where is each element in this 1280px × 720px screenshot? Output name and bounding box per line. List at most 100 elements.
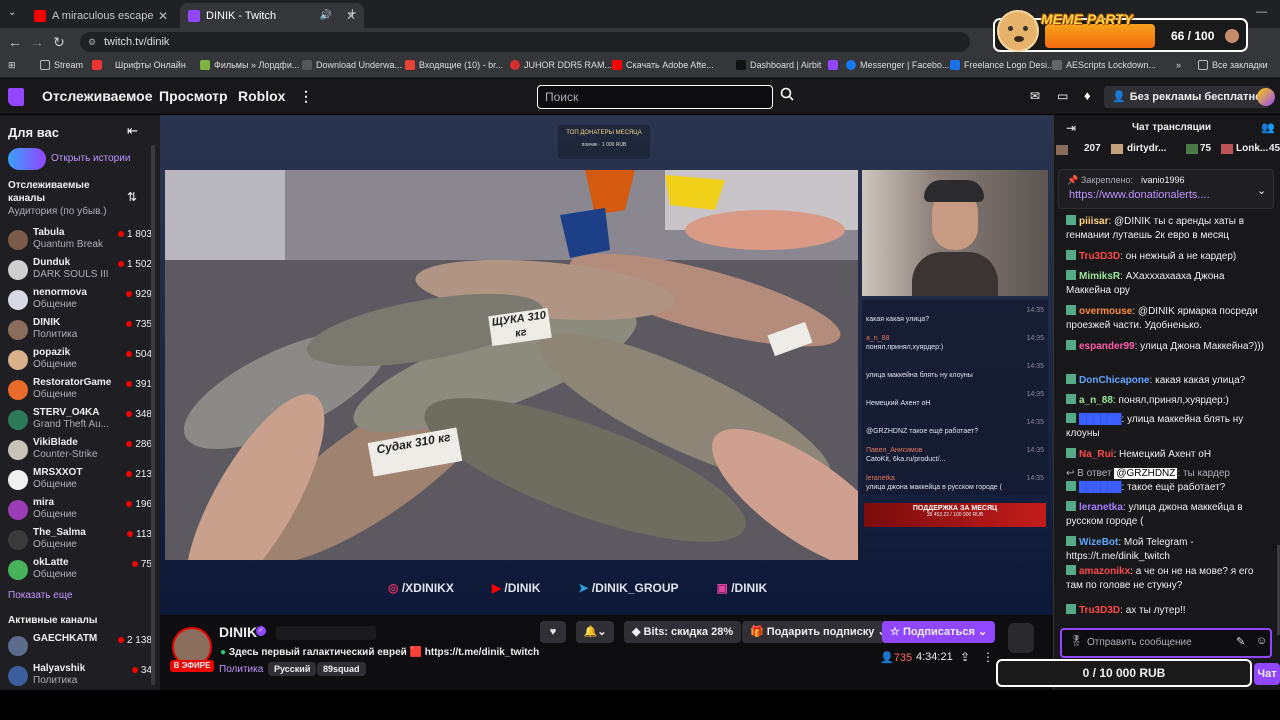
back-icon[interactable]: ← xyxy=(4,34,26,50)
sidebar-channel-halyavshik[interactable]: Halyavshik Политика 34 xyxy=(8,663,156,690)
sidebar-channel-tabula[interactable]: Tabula Quantum Break 1 803 xyxy=(8,227,156,257)
bookmark-item[interactable]: Все закладки xyxy=(1198,60,1268,70)
follow-button-disabled[interactable] xyxy=(276,626,376,640)
bookmark-item[interactable]: AEScripts Lockdown... xyxy=(1052,60,1156,70)
chat-message[interactable]: WizeBot: Мой Telegram - https://t.me/din… xyxy=(1066,536,1271,564)
chat-message[interactable]: ↩ В ответ @GRZHDNZ: ты кардер ██████: так… xyxy=(1066,467,1271,495)
sidebar-channel-popazik[interactable]: popazik Общение 504 xyxy=(8,347,156,377)
chat-username[interactable]: a_n_88 xyxy=(1079,395,1113,406)
chat-username[interactable]: Tru3D3D xyxy=(1079,251,1120,262)
chat-input[interactable]: 🎖 Отправить сообщение ✎ ☺ xyxy=(1060,628,1272,658)
chat-username[interactable]: Tru3D3D xyxy=(1079,605,1120,616)
sidebar-channel-vikiblade[interactable]: VikiBlade Counter-Strike 286 xyxy=(8,437,156,467)
sidebar-channel-gaechkatm[interactable]: GAECHKATM 2 138 xyxy=(8,633,156,663)
site-info-icon[interactable]: ⚙ xyxy=(88,32,96,52)
chat-message[interactable]: MimiksR: АХахххахааха Джона Маккейна ору xyxy=(1066,270,1271,298)
nav-following[interactable]: Отслеживаемое xyxy=(42,88,153,104)
inbox-icon[interactable]: ✉ xyxy=(1030,89,1040,103)
chevron-down-icon[interactable]: ⌄ xyxy=(1257,184,1266,197)
sidebar-channel-nenormova[interactable]: nenormova Общение 929 xyxy=(8,287,156,317)
chat-username[interactable]: amazonikx xyxy=(1079,566,1130,577)
emote-icon[interactable]: ☺ xyxy=(1256,635,1267,647)
bookmark-item[interactable]: Messenger | Facebo... xyxy=(846,60,949,70)
sidebar-channel-mrsxxot[interactable]: MRSXXOT Общение 213 xyxy=(8,467,156,497)
close-icon[interactable]: ✕ xyxy=(158,9,168,23)
chat-message[interactable]: a_n_88: понял,принял,хуярдер:) xyxy=(1066,394,1271,408)
chat-message[interactable]: piiisar: @DINIK ты с аренды хаты в генма… xyxy=(1066,215,1271,243)
twitch-logo-icon[interactable] xyxy=(8,88,24,106)
channel-name[interactable]: DINIK xyxy=(219,624,257,640)
chat-message[interactable]: espander99: улица Джона Маккейна?))) xyxy=(1066,340,1271,354)
chat-badge-icon[interactable]: 🎖 xyxy=(1070,636,1083,647)
tag-russian[interactable]: Русский xyxy=(268,662,317,676)
tag-89squad[interactable]: 89squad xyxy=(317,662,366,676)
more-options-icon[interactable]: ⋮ xyxy=(982,650,994,664)
bookmark-item[interactable]: Freelance Logo Desi... xyxy=(950,60,1055,70)
browser-tab-twitch[interactable]: DINIK - Twitch 🔊 ✕ xyxy=(180,3,364,28)
notifications-button[interactable]: 🔔⌄ xyxy=(576,621,614,643)
forward-icon[interactable]: → xyxy=(26,34,48,50)
user-avatar[interactable] xyxy=(1257,88,1275,106)
bookmark-item[interactable] xyxy=(828,60,842,70)
pinned-message[interactable]: 📌 Закреплено: ivanio1996 https://www.don… xyxy=(1058,169,1274,209)
sidebar-channel-oklatte[interactable]: okLatte Общение 75 xyxy=(8,557,156,587)
bookmark-item[interactable]: Скачать Adobe Afte... xyxy=(612,60,714,70)
bookmark-item[interactable]: Шрифты Онлайн xyxy=(115,60,186,70)
pinned-link[interactable]: https://www.donationalerts.... xyxy=(1069,189,1210,201)
window-minimize-icon[interactable]: — xyxy=(1256,6,1267,18)
chat-message[interactable]: DonChicapone: какая какая улица? xyxy=(1066,374,1271,388)
bookmark-item[interactable]: Dashboard | Airbit xyxy=(736,60,821,70)
address-bar[interactable]: ⚙ twitch.tv/dinik xyxy=(80,32,970,52)
bookmark-item[interactable]: JUHOR DDR5 RAM... xyxy=(510,60,612,70)
chat-username[interactable]: overmouse xyxy=(1079,306,1132,317)
sidebar-channel-restoratorgame[interactable]: RestoratorGame Общение 391 xyxy=(8,377,156,407)
chat-message[interactable]: leranetka: улица джона маккейца в русско… xyxy=(1066,501,1271,529)
new-tab-button[interactable]: + xyxy=(348,5,357,22)
extension-icon[interactable] xyxy=(1008,623,1034,653)
chat-username[interactable]: leranetka xyxy=(1079,502,1123,513)
sidebar-channel-dunduk[interactable]: Dunduk DARK SOULS III 1 502 xyxy=(8,257,156,287)
chat-username[interactable]: MimiksR xyxy=(1079,271,1120,282)
chat-message[interactable]: Na_Rui: Немецкий Ахент оН xyxy=(1066,448,1271,462)
chat-username[interactable]: Na_Rui xyxy=(1079,449,1113,460)
speaker-icon[interactable]: 🔊 xyxy=(319,10,331,21)
magic-icon[interactable]: ✎ xyxy=(1236,635,1245,648)
share-icon[interactable]: ⇪ xyxy=(960,650,970,664)
chat-send-button[interactable]: Чат xyxy=(1254,663,1280,685)
bookmark-item[interactable]: Входящие (10) - br... xyxy=(405,60,503,70)
more-icon[interactable]: ⋮ xyxy=(299,88,313,105)
whispers-icon[interactable]: ▭ xyxy=(1057,89,1068,103)
chat-message[interactable]: Tru3D3D: он нежный а не кардер) xyxy=(1066,250,1271,264)
chat-message[interactable]: Tru3D3D: ах ты лутер!! xyxy=(1066,604,1271,618)
bookmarks-overflow-icon[interactable]: » xyxy=(1176,60,1181,70)
nav-browse[interactable]: Просмотр xyxy=(159,88,228,104)
chat-username[interactable]: WizeBot xyxy=(1079,537,1118,548)
sort-icon[interactable]: ⇅ xyxy=(127,190,137,204)
search-input[interactable]: Поиск xyxy=(537,85,773,109)
reload-icon[interactable]: ↻ xyxy=(48,34,70,51)
bookmark-item[interactable] xyxy=(92,60,106,70)
browser-tab-youtube[interactable]: A miraculous escape 🐉 🎰 ... ✕ xyxy=(26,3,176,28)
apps-icon[interactable]: ⊞ xyxy=(8,60,16,71)
chat-username[interactable]: DonChicapone xyxy=(1079,375,1150,386)
nav-roblox[interactable]: Roblox xyxy=(238,88,285,104)
chat-username[interactable]: piiisar xyxy=(1079,216,1108,227)
stories-avatars[interactable] xyxy=(8,148,46,170)
search-icon[interactable] xyxy=(776,85,798,109)
chat-message[interactable]: amazonikx: а че он не на мове? я его там… xyxy=(1066,565,1271,593)
sidebar-channel-sterv_o4ka[interactable]: STERV_O4KA Grand Theft Au... 348 xyxy=(8,407,156,437)
crown-icon[interactable]: ♦ xyxy=(1084,88,1091,103)
video-player[interactable]: ТОП ДОНАТЕРЫ МЕСЯЦА поичик · 1 000 RUB Щ… xyxy=(160,115,1053,615)
sidebar-scrollbar[interactable] xyxy=(151,145,155,685)
bits-button[interactable]: ◆ Bits: скидка 28% xyxy=(624,621,742,643)
chat-message[interactable]: ██████: улица маккейна блять ну клоуны xyxy=(1066,413,1271,441)
follow-heart-button[interactable]: ♥ xyxy=(540,621,566,643)
bookmark-item[interactable]: Download Underwa... xyxy=(302,60,402,70)
sidebar-channel-mira[interactable]: mira Общение 196 xyxy=(8,497,156,527)
chat-message[interactable]: overmouse: @DINIK ярмарка посреди проезж… xyxy=(1066,305,1271,333)
chat-username[interactable]: espander99 xyxy=(1079,341,1135,352)
show-more-link[interactable]: Показать еще xyxy=(8,590,73,601)
bookmark-item[interactable]: Stream xyxy=(40,60,83,70)
sidebar-channel-dinik[interactable]: DINIK Политика 735 xyxy=(8,317,156,347)
sidebar-channel-the_salma[interactable]: The_Salma Общение 113 xyxy=(8,527,156,557)
